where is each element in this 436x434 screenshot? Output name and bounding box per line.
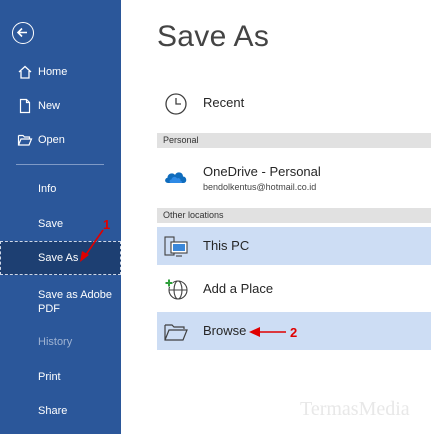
location-recent-label: Recent bbox=[203, 95, 245, 110]
home-icon bbox=[18, 65, 32, 79]
nav-home-label: Home bbox=[38, 66, 68, 78]
browse-folder-icon bbox=[164, 324, 188, 341]
back-arrow-icon[interactable] bbox=[12, 22, 34, 44]
location-browse-label: Browse bbox=[203, 323, 247, 338]
nav-home[interactable]: Home bbox=[0, 55, 121, 89]
annotation-arrow-2 bbox=[249, 327, 286, 337]
nav-info-label: Info bbox=[38, 183, 57, 195]
nav-save-as-label: Save As bbox=[38, 252, 79, 264]
location-onedrive[interactable]: OneDrive - Personal bendolkentus@hotmail… bbox=[157, 157, 431, 195]
nav-share[interactable]: Share bbox=[0, 394, 121, 428]
nav-new-label: New bbox=[38, 100, 61, 112]
nav-open-label: Open bbox=[38, 134, 65, 146]
location-recent[interactable]: Recent bbox=[157, 84, 431, 122]
nav-print-label: Print bbox=[38, 371, 61, 383]
onedrive-cloud-icon bbox=[165, 172, 187, 183]
new-document-icon bbox=[19, 98, 31, 114]
nav-open[interactable]: Open bbox=[0, 123, 121, 157]
nav-save-as-adobe-pdf[interactable]: Save as Adobe PDF bbox=[0, 284, 121, 318]
annotation-arrow-1 bbox=[80, 229, 104, 262]
nav-history-label: History bbox=[38, 336, 73, 348]
clock-icon bbox=[165, 93, 187, 115]
nav-history: History bbox=[0, 325, 121, 359]
watermark: TermasMedia bbox=[300, 398, 410, 420]
annotation-step-2: 2 bbox=[290, 325, 298, 340]
onedrive-account-email: bendolkentus@hotmail.co.id bbox=[203, 182, 317, 192]
nav-new[interactable]: New bbox=[0, 89, 121, 123]
computer-icon bbox=[164, 236, 188, 257]
nav-info[interactable]: Info bbox=[0, 172, 121, 206]
page-title: Save As bbox=[157, 20, 270, 53]
onedrive-label: OneDrive - Personal bbox=[203, 164, 321, 179]
add-place-globe-icon bbox=[165, 279, 188, 300]
location-this-pc[interactable]: This PC bbox=[157, 227, 431, 265]
nav-print[interactable]: Print bbox=[0, 360, 121, 394]
open-folder-icon bbox=[17, 134, 33, 146]
section-header-personal: Personal bbox=[157, 133, 431, 148]
nav-share-label: Share bbox=[38, 405, 68, 417]
nav-save-as-adobe-pdf-label: Save as Adobe PDF bbox=[38, 289, 113, 315]
section-header-other-locations: Other locations bbox=[157, 208, 431, 223]
location-add-a-place-label: Add a Place bbox=[203, 281, 274, 296]
location-add-a-place[interactable]: Add a Place bbox=[157, 270, 431, 308]
nav-divider bbox=[16, 164, 104, 165]
nav-save-label: Save bbox=[38, 218, 64, 230]
location-this-pc-label: This PC bbox=[203, 238, 250, 253]
